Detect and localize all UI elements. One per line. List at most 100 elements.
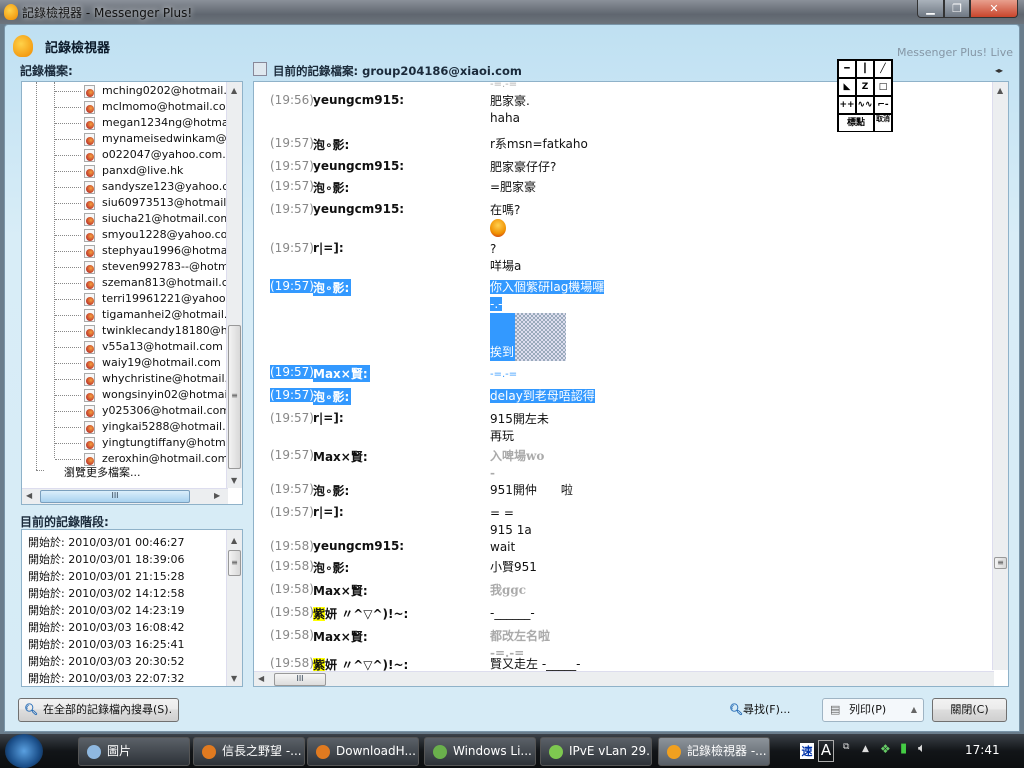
start-button[interactable]: [5, 734, 43, 768]
message-time: (19:57): [270, 159, 314, 173]
sender-name: 泡∘影:: [313, 279, 352, 296]
print-button[interactable]: ▤ 列印(P) ▲: [822, 698, 924, 722]
message-text: 915開左未 再玩: [490, 412, 549, 443]
minimize-button[interactable]: ▁: [917, 0, 944, 18]
ime-mode-indicator[interactable]: A: [818, 740, 834, 762]
message-text: =肥家豪: [490, 180, 537, 194]
taskbar-item[interactable]: Windows Li...: [424, 737, 536, 766]
log-file-icon: [84, 229, 95, 242]
messenger-plus-icon: [4, 4, 18, 20]
mark-tool[interactable]: 標點: [838, 114, 874, 132]
message-time: (19:57): [270, 279, 314, 293]
chat-hscrollbar[interactable]: ◀ III: [254, 671, 994, 686]
session-item[interactable]: 開始於: 2010/03/02 14:12:58: [28, 585, 185, 601]
session-item[interactable]: 開始於: 2010/03/01 00:46:27: [28, 534, 185, 550]
sender-name: 泡∘影:: [313, 388, 352, 405]
sender-name: r|=]:: [313, 241, 344, 255]
session-item[interactable]: 開始於: 2010/03/03 16:25:41: [28, 636, 185, 652]
log-file-icon: [84, 357, 95, 370]
log-file-icon: [84, 117, 95, 130]
session-list[interactable]: 開始於: 2010/03/01 00:46:27 開始於: 2010/03/01 …: [21, 529, 243, 687]
taskbar-item[interactable]: IPvE vLan 29...: [540, 737, 652, 766]
message-text: 小賢951: [490, 560, 537, 574]
title-bar: 記錄檢視器 - Messenger Plus! ▁ ❐ ✕: [0, 0, 1024, 24]
session-item[interactable]: 開始於: 2010/03/03 20:30:52: [28, 653, 185, 669]
step-line-tool[interactable]: ⌐-: [874, 96, 892, 114]
message-time: (19:57): [270, 136, 314, 150]
sender-name: r|=]:: [313, 411, 344, 425]
message-text: 在嗎?: [490, 202, 520, 237]
partial-message: -=.-=: [490, 81, 518, 90]
message-time: (19:57): [270, 202, 314, 216]
chat-log[interactable]: -=.-= (19:56) yeungcm915: 肥家豪. haha (19:57) 泡…: [253, 81, 1009, 687]
log-file-icon: [84, 309, 95, 322]
log-file-icon: [84, 261, 95, 274]
vertical-line-tool[interactable]: ┃: [856, 60, 874, 78]
message-text: = = 915 1a: [490, 506, 532, 537]
network-icon[interactable]: ▮: [900, 741, 907, 756]
clock[interactable]: 17:41: [965, 743, 1000, 757]
emoticon-icon: [490, 219, 506, 237]
chat-vscrollbar[interactable]: ▲ ≡: [992, 82, 1008, 670]
message-time: (19:57): [270, 388, 314, 402]
language-bar-icon[interactable]: ⧉: [843, 742, 849, 752]
find-button[interactable]: 🔍︎尋找(F)...: [729, 701, 790, 717]
session-item[interactable]: 開始於: 2010/03/01 18:39:06: [28, 551, 185, 567]
sender-name: Max×賢:: [313, 630, 368, 644]
taskbar-item[interactable]: 記錄檢視器 -...: [658, 737, 770, 766]
message-time: (19:57): [270, 411, 314, 425]
sender-name: 泡∘影:: [313, 138, 350, 152]
message-time: (19:57): [270, 505, 314, 519]
volume-icon[interactable]: 🔈︎: [918, 741, 926, 756]
message-text: 肥家豪. haha: [490, 94, 530, 125]
rectangle-tool[interactable]: □: [874, 78, 892, 96]
resize-arrows-icon[interactable]: ◂▸: [995, 66, 1003, 75]
taskbar-app-icon: [316, 745, 330, 759]
z-shape-tool[interactable]: Z: [856, 78, 874, 96]
tray-app-icon[interactable]: ❖: [880, 742, 891, 756]
close-window-button[interactable]: ✕: [970, 0, 1018, 18]
sender-name: 紫妍 〃^▽^)!~:: [313, 607, 409, 621]
session-item[interactable]: 開始於: 2010/03/03 22:07:32: [28, 670, 185, 686]
message-text: 951開仲 啦: [490, 483, 573, 497]
log-file-icon: [84, 85, 95, 98]
message-time: (19:58): [270, 628, 314, 642]
session-list-scrollbar[interactable]: ▲ ≡ ▼: [226, 530, 242, 686]
brush-tool[interactable]: ◣: [838, 78, 856, 96]
log-viewer-logo: [13, 35, 33, 57]
taskbar-item[interactable]: 圖片: [78, 737, 190, 766]
session-item[interactable]: 開始於: 2010/03/03 16:08:42: [28, 619, 185, 635]
taskbar-item[interactable]: 信長之野望 -...: [193, 737, 305, 766]
diagonal-line-tool[interactable]: ╱: [874, 60, 892, 78]
ime-indicator[interactable]: 速: [800, 743, 814, 759]
taskbar-app-icon: [549, 745, 563, 759]
print-dropdown-arrow-icon[interactable]: ▲: [911, 699, 917, 721]
close-button[interactable]: 關閉(C): [932, 698, 1007, 722]
sender-name: yeungcm915:: [313, 202, 405, 216]
session-item[interactable]: 開始於: 2010/03/02 14:23:19: [28, 602, 185, 618]
dashed-line-tool[interactable]: ++: [838, 96, 856, 114]
maximize-button[interactable]: ❐: [944, 0, 970, 18]
message-text: delay到老母唔認得: [490, 389, 595, 403]
message-time: (19:58): [270, 582, 314, 596]
cancel-tool[interactable]: 取消: [874, 114, 892, 132]
sender-name: 泡∘影:: [313, 181, 350, 195]
search-icon: 🔍︎: [24, 703, 38, 716]
wave-line-tool[interactable]: ∿∿: [856, 96, 874, 114]
message-time: (19:58): [270, 605, 314, 619]
log-file-icon: [84, 245, 95, 258]
file-tree[interactable]: mching0202@hotmail.com mclmomo@hotmail.co…: [21, 81, 243, 505]
log-file-icon: [84, 373, 95, 386]
log-file-icon: [84, 181, 95, 194]
log-file-icon: [84, 293, 95, 306]
horizontal-line-tool[interactable]: ━: [838, 60, 856, 78]
taskbar-item[interactable]: DownloadH...: [307, 737, 419, 766]
message-time: (19:57): [270, 448, 314, 462]
file-tree-hscrollbar[interactable]: ◀ III ▶: [22, 488, 228, 504]
show-hidden-icons-icon[interactable]: ▲: [862, 744, 869, 754]
window-title: 記錄檢視器 - Messenger Plus!: [22, 6, 193, 20]
message-text: 肥家豪仔仔?: [490, 160, 557, 174]
session-item[interactable]: 開始於: 2010/03/01 21:15:28: [28, 568, 185, 584]
file-tree-vscrollbar[interactable]: ▲ ≡ ▼: [226, 82, 242, 488]
search-all-logs-button[interactable]: 🔍︎ 在全部的記錄檔內搜尋(S).: [18, 698, 180, 722]
